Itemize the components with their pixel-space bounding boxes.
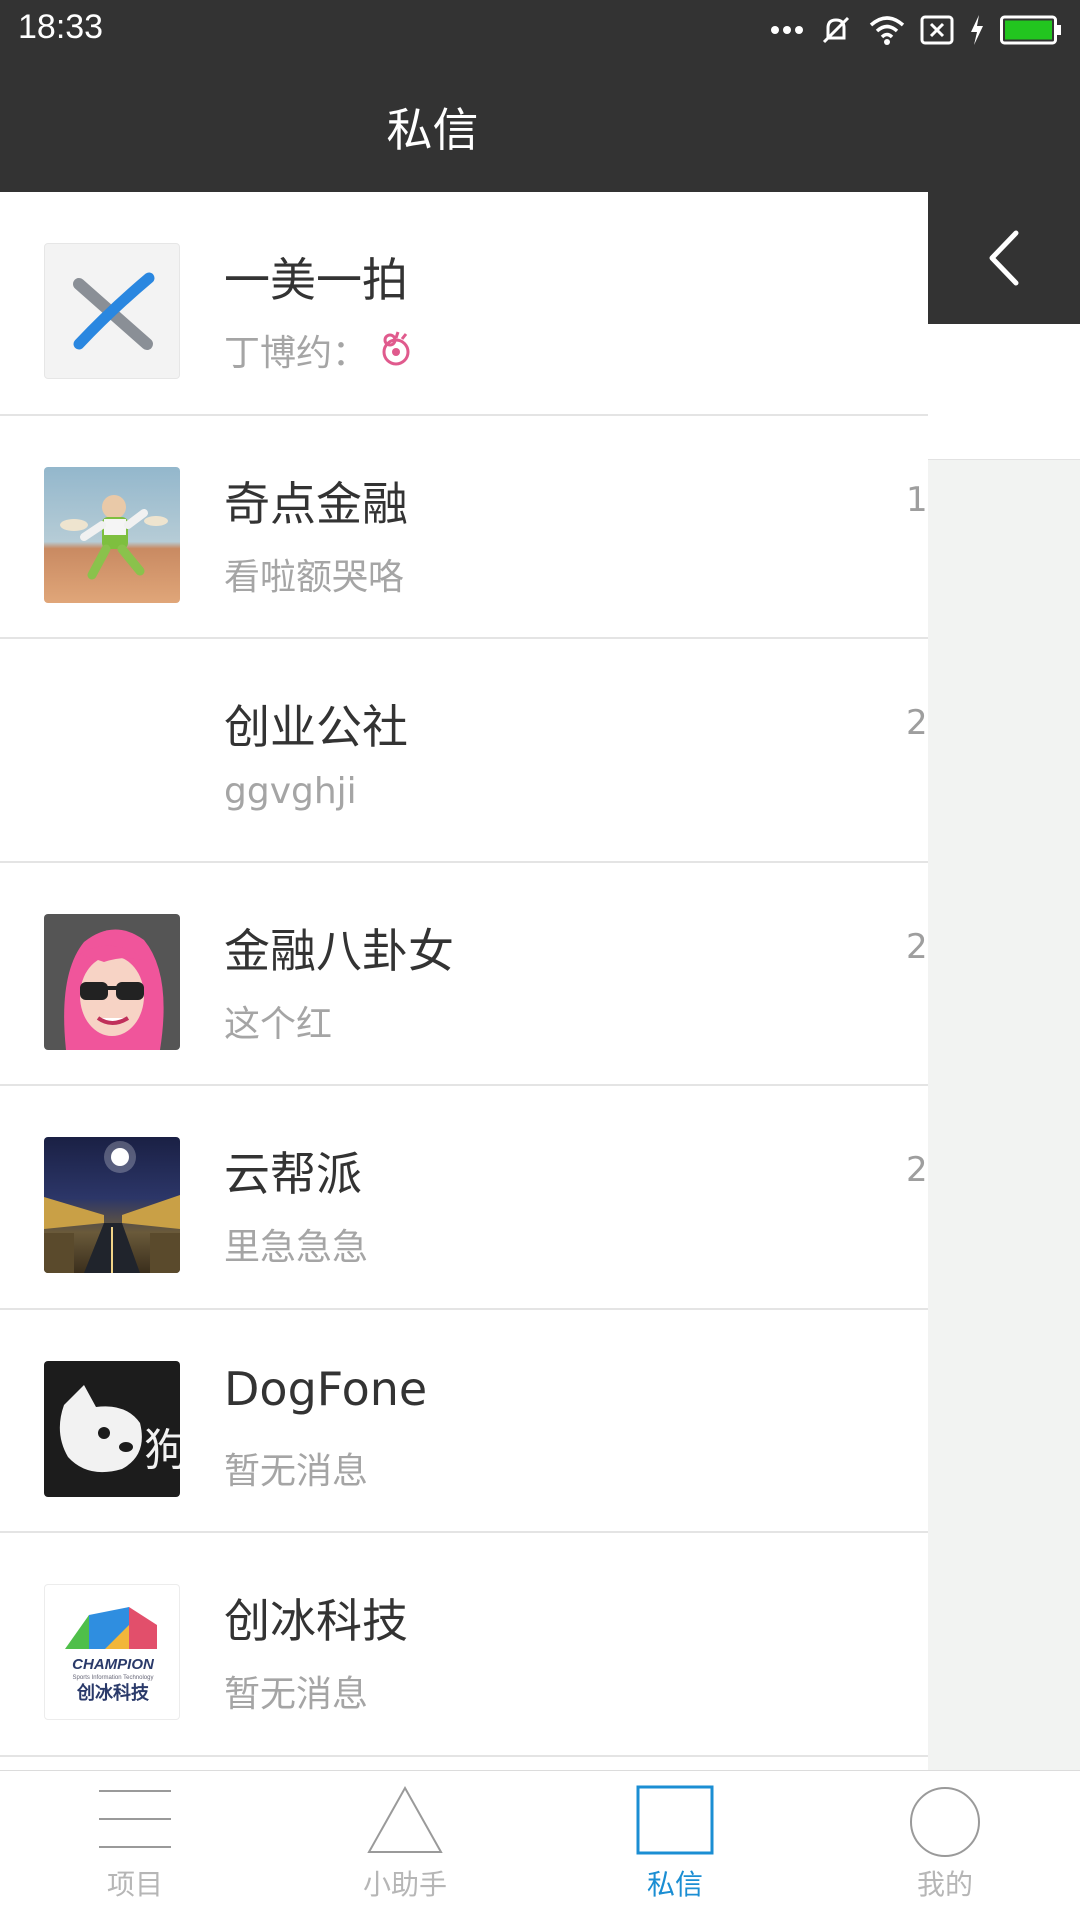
avatar-yunbang [44,1137,180,1273]
conversation-item[interactable]: 创业公社 ggvghji 2 [0,639,928,863]
preview-text: 里急急急 [224,1227,369,1268]
more-dots-icon [771,26,803,34]
conversation-name: DogFone [224,1361,428,1416]
avatar-champion: CHAMPION Sports Information Technology 创… [44,1584,180,1720]
conversation-preview: 暂无消息 [224,1442,368,1494]
mute-icon [822,16,850,44]
conversation-preview: 看啦额哭咯 [224,548,404,600]
champion-logo-subtext: Sports Information Technology [73,1675,154,1681]
conversation-name: 金融八卦女 [224,923,454,978]
drawer-header-strip [928,324,1080,460]
status-bar: 18:33 [0,0,1080,60]
triangle-icon [367,1785,443,1853]
tab-projects[interactable]: 项目 [0,1771,270,1920]
conversation-name: 创业公社 [224,700,408,754]
charging-icon [971,15,983,45]
avatar-yimei [44,243,180,379]
conversation-time: 2 [906,926,928,967]
preview-text: ggvghji [224,771,357,812]
tab-label: 小助手 [362,1868,447,1901]
conversation-name: 云帮派 [224,1147,362,1201]
chevron-left-icon [989,230,1019,286]
back-button[interactable] [928,192,1080,324]
bottom-tab-bar: 项目 小助手 私信 我的 [0,1770,1080,1920]
conversation-item[interactable]: 一美一拍 丁博约： [0,192,928,416]
conversation-time: 1 [906,479,928,520]
title-bar: 私信 [0,60,1080,192]
conversation-list: 一美一拍 丁博约： 奇点金融 看啦额哭咯 1 创业公社 ggvghji 2 金融… [0,192,928,1770]
conversation-name: 奇点金融 [224,476,408,531]
conversation-item[interactable]: 金融八卦女 这个红 2 [0,862,928,1086]
square-icon [636,1785,714,1855]
dog-avatar-text: 狗 [144,1425,180,1476]
conversation-item[interactable]: CHAMPION Sports Information Technology 创… [0,1533,928,1757]
ok-hand-emoji-icon [382,331,410,366]
conversation-preview: ggvghji [224,771,357,812]
champion-logo-cn: 创冰科技 [76,1682,150,1704]
avatar-chuangye-blank [44,690,180,826]
tab-mine[interactable]: 我的 [810,1771,1080,1920]
conversation-name: 一美一拍 [224,253,408,307]
preview-text: 看啦额哭咯 [224,556,405,598]
battery-icon [1000,15,1061,45]
conversation-item[interactable]: 狗 DogFone 暂无消息 [0,1309,928,1533]
tab-messages[interactable]: 私信 [540,1771,810,1920]
tab-label: 私信 [646,1868,703,1901]
conversation-item[interactable]: 奇点金融 看啦额哭咯 1 [0,415,928,639]
avatar-qidian [44,466,180,603]
avatar-dogfone: 狗 [44,1360,180,1497]
preview-text: 暂无消息 [224,1674,369,1715]
conversation-preview: 暂无消息 [224,1665,368,1717]
no-sim-icon [920,15,954,45]
preview-text: 这个红 [224,1003,333,1045]
preview-text: 暂无消息 [224,1450,369,1492]
conversation-preview: 丁博约： [224,324,416,376]
wifi-icon [869,16,905,45]
tab-label: 我的 [916,1868,973,1901]
tab-label: 项目 [106,1868,163,1901]
conversation-time: 2 [906,1150,928,1190]
conversation-name: 创冰科技 [224,1594,408,1648]
status-icons [770,10,1062,50]
circle-icon [910,1787,980,1857]
conversation-time: 2 [906,703,928,743]
menu-icon [99,1790,171,1848]
conversation-item[interactable]: 云帮派 里急急急 2 [0,1086,928,1310]
avatar-jinrong-bagua [44,913,180,1050]
drawer-background [928,460,1080,1770]
preview-text: 丁博约： [224,333,369,374]
champion-logo-text: CHAMPION [72,1656,155,1673]
page-title: 私信 [386,103,479,157]
tab-assistant[interactable]: 小助手 [270,1771,540,1920]
status-time: 18:33 [18,8,104,46]
conversation-preview: 这个红 [224,995,332,1047]
conversation-preview: 里急急急 [224,1218,368,1270]
